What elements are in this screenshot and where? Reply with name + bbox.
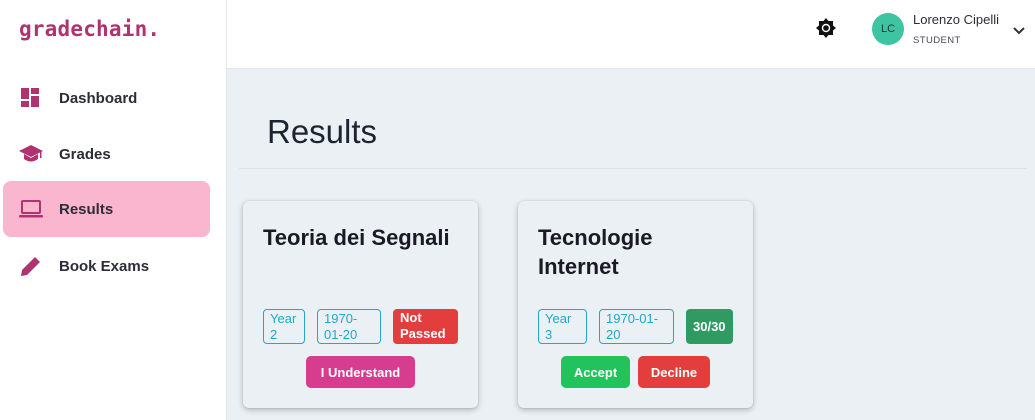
user-role: STUDENT [913, 35, 961, 46]
main-content: Results Teoria dei Segnali Year 2 1970-0… [227, 69, 1035, 420]
result-card: Tecnologie Internet Year 3 1970-01-20 30… [518, 201, 753, 408]
laptop-icon [19, 199, 43, 219]
dashboard-icon [19, 88, 43, 108]
page-title: Results [267, 113, 378, 150]
date-tag: 1970-01-20 [317, 309, 381, 344]
brightness-icon [816, 17, 836, 43]
avatar[interactable]: LC [872, 13, 904, 45]
i-understand-button[interactable]: I Understand [306, 356, 415, 388]
sidebar-item-label: Grades [59, 145, 111, 163]
sidebar-item-label: Book Exams [59, 257, 150, 275]
year-tag: Year 2 [263, 309, 305, 344]
chevron-down-icon[interactable] [1012, 24, 1026, 38]
sidebar-item-book-exams[interactable]: Book Exams [3, 238, 210, 294]
decline-button[interactable]: Decline [638, 356, 710, 388]
accept-button[interactable]: Accept [561, 356, 630, 388]
course-title: Teoria dei Segnali [263, 225, 450, 250]
year-tag: Year 3 [538, 309, 587, 344]
app-logo[interactable]: gradechain. [19, 17, 160, 41]
theme-toggle-button[interactable] [815, 17, 837, 43]
course-title: Tecnologie Internet [538, 225, 653, 279]
top-bar: LC Lorenzo Cipelli STUDENT [227, 0, 1035, 69]
pencil-icon [19, 256, 43, 276]
result-card: Teoria dei Segnali Year 2 1970-01-20 Not… [243, 201, 478, 408]
sidebar-item-label: Results [59, 200, 114, 218]
title-divider [239, 168, 1027, 169]
user-name: Lorenzo Cipelli [913, 12, 999, 27]
grade-badge: 30/30 [686, 309, 733, 344]
status-badge: Not Passed [393, 309, 458, 344]
sidebar-item-results[interactable]: Results [3, 181, 210, 237]
sidebar-item-dashboard[interactable]: Dashboard [3, 70, 210, 126]
date-tag: 1970-01-20 [599, 309, 674, 344]
sidebar-item-grades[interactable]: Grades [3, 126, 210, 182]
sidebar: gradechain. Dashboard Grades Results Boo… [0, 0, 227, 420]
graduation-cap-icon [19, 144, 43, 164]
sidebar-item-label: Dashboard [59, 89, 138, 107]
